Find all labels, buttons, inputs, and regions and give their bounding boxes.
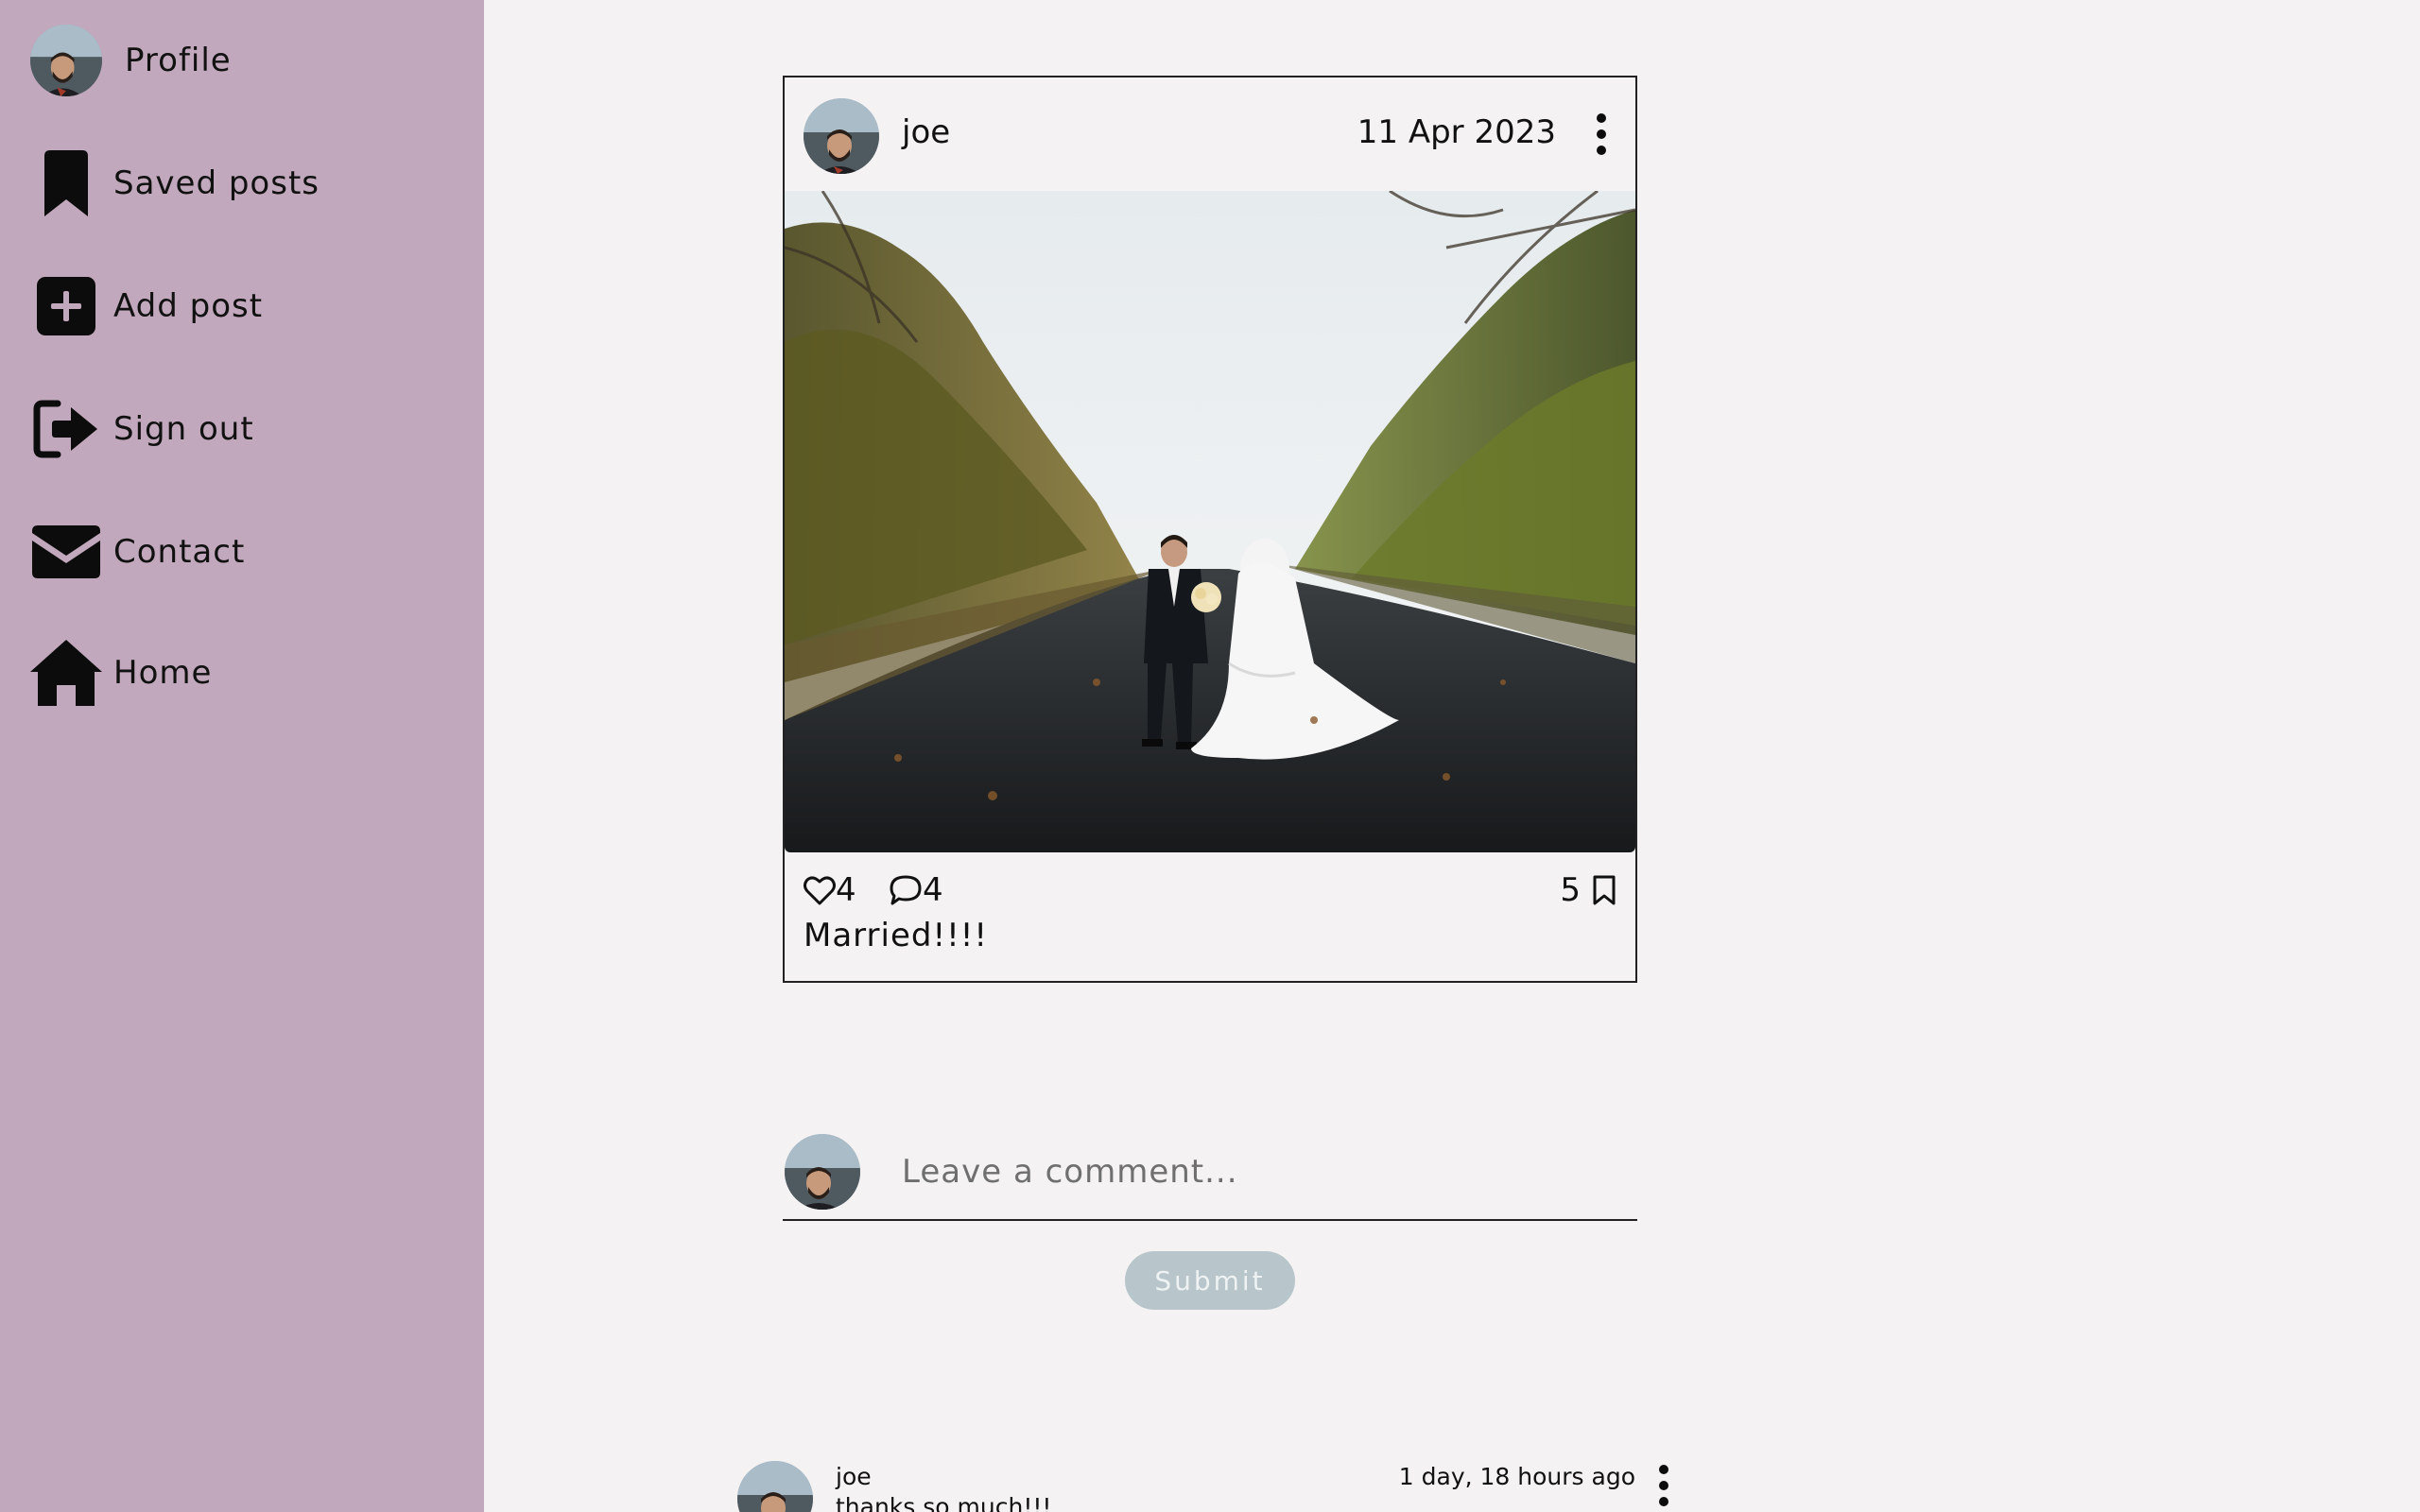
bookmark-icon — [28, 146, 104, 221]
submit-button[interactable]: Submit — [1125, 1251, 1295, 1310]
sidebar-item-label: Home — [113, 654, 213, 692]
comment-form — [783, 1130, 1637, 1221]
sidebar-item-saved-posts[interactable]: Saved posts — [28, 146, 320, 221]
sidebar-item-label: Sign out — [113, 410, 254, 448]
sidebar-item-label: Profile — [125, 42, 232, 79]
sidebar-item-label: Contact — [113, 533, 246, 571]
post-author-name[interactable]: joe — [902, 113, 950, 151]
post-actions: 4 4 5 — [804, 871, 1616, 913]
commenter-avatar — [785, 1134, 860, 1210]
comment-bubble-icon — [889, 874, 923, 906]
like-button[interactable]: 4 — [804, 871, 856, 909]
like-count: 4 — [836, 871, 856, 909]
kebab-menu-icon[interactable] — [1592, 113, 1611, 155]
bookmark-outline-icon — [1592, 874, 1616, 906]
comment-count: 4 — [923, 871, 943, 909]
post-header: joe 11 Apr 2023 — [785, 77, 1635, 191]
sidebar-item-sign-out[interactable]: Sign out — [28, 391, 254, 467]
comment-timestamp: 1 day, 18 hours ago — [1398, 1463, 1635, 1490]
sidebar-item-home[interactable]: Home — [28, 635, 212, 711]
comment-button[interactable]: 4 — [889, 871, 943, 909]
sidebar-item-label: Add post — [113, 287, 264, 325]
comment-text: thanks so much!!! — [836, 1493, 1052, 1512]
profile-avatar — [30, 25, 102, 96]
plus-square-icon — [28, 268, 104, 344]
post-author-avatar[interactable] — [804, 98, 879, 174]
sidebar: Profile Saved posts Add post Sign out Co… — [0, 0, 484, 1512]
sign-out-icon — [28, 391, 104, 467]
heart-icon — [804, 875, 836, 905]
post-caption: Married!!!! — [804, 917, 988, 954]
sidebar-item-add-post[interactable]: Add post — [28, 268, 263, 344]
comment-item: joe thanks so much!!! 1 day, 18 hours ag… — [737, 1455, 1673, 1512]
post-date: 11 Apr 2023 — [1357, 113, 1556, 151]
post-image[interactable] — [785, 191, 1635, 852]
comment-author-name[interactable]: joe — [836, 1463, 872, 1490]
sidebar-item-profile[interactable]: Profile — [30, 23, 232, 98]
home-icon — [28, 635, 104, 711]
sidebar-item-contact[interactable]: Contact — [28, 514, 245, 590]
kebab-menu-icon[interactable] — [1654, 1465, 1673, 1512]
save-button[interactable]: 5 — [1560, 871, 1616, 909]
post-card: joe 11 Apr 2023 4 4 5 Married!!!! — [783, 76, 1637, 983]
comment-input[interactable] — [900, 1143, 1618, 1200]
sidebar-item-label: Saved posts — [113, 164, 320, 202]
save-count: 5 — [1560, 871, 1581, 909]
envelope-icon — [28, 514, 104, 590]
comment-author-avatar[interactable] — [737, 1461, 813, 1512]
